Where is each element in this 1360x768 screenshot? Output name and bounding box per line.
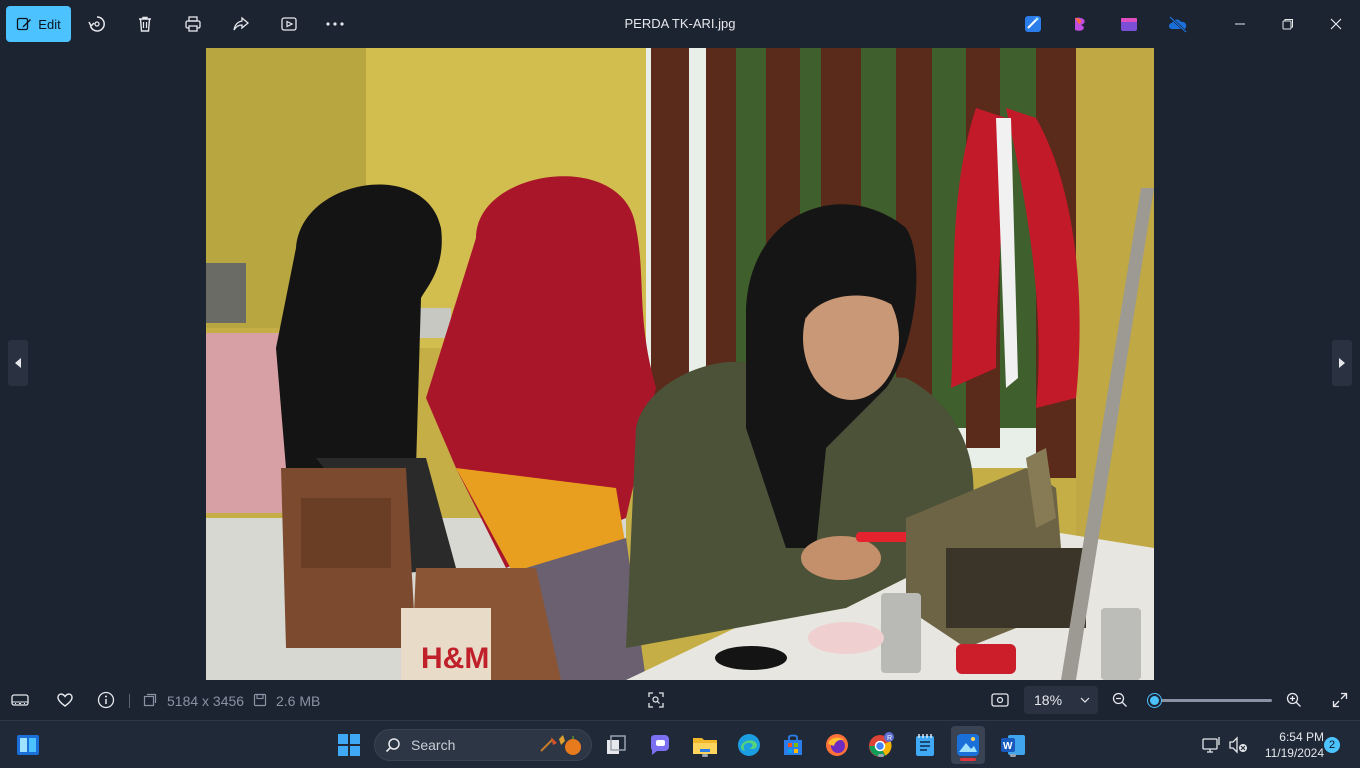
fullscreen-icon[interactable]: [1330, 690, 1350, 710]
rotate-icon[interactable]: [85, 12, 109, 36]
clipchamp-icon[interactable]: [1071, 14, 1091, 34]
close-icon[interactable]: [1324, 12, 1348, 36]
notepad-icon[interactable]: [911, 731, 939, 759]
active-indicator: [960, 758, 976, 761]
clipchamp-video-icon[interactable]: [1119, 14, 1139, 34]
file-size: 2.6 MB: [276, 693, 321, 709]
onedrive-icon[interactable]: [1167, 14, 1187, 34]
clock-date: 11/19/2024: [1264, 746, 1324, 760]
divider: [129, 694, 130, 708]
autumn-leaves-icon: [540, 735, 581, 755]
print-icon[interactable]: [181, 12, 205, 36]
edit-icon: [17, 17, 32, 31]
more-icon[interactable]: [323, 12, 347, 36]
svg-text:W: W: [1003, 741, 1013, 752]
start-icon[interactable]: [335, 731, 363, 759]
zoom-in-icon[interactable]: [1284, 690, 1304, 710]
notification-badge[interactable]: 2: [1324, 737, 1340, 753]
edge-icon[interactable]: [735, 731, 763, 759]
file-title: PERDA TK-ARI.jpg: [624, 16, 736, 31]
file-size-icon: [250, 690, 270, 710]
edit-label: Edit: [38, 16, 61, 32]
word-icon[interactable]: W: [999, 731, 1027, 759]
share-icon[interactable]: [229, 12, 253, 36]
running-indicator: [1010, 754, 1016, 757]
chevron-right-icon: [1339, 358, 1345, 368]
zoom-dropdown[interactable]: 18%: [1024, 686, 1098, 714]
chevron-left-icon: [15, 358, 21, 368]
photos-edit-icon[interactable]: [1023, 14, 1043, 34]
firefox-icon[interactable]: [823, 731, 851, 759]
system-clock[interactable]: 6:54 PM 11/19/2024: [1254, 729, 1324, 761]
svg-text:R: R: [887, 735, 892, 742]
running-indicator: [878, 754, 884, 757]
edit-button[interactable]: Edit: [6, 6, 71, 42]
task-view-icon[interactable]: [602, 731, 630, 759]
teams-chat-icon[interactable]: [646, 731, 674, 759]
search-placeholder: Search: [411, 737, 456, 753]
delete-icon[interactable]: [133, 12, 157, 36]
image-dimensions: 5184 x 3456: [167, 693, 245, 709]
zoom-slider-thumb[interactable]: [1148, 694, 1162, 707]
volume-muted-icon[interactable]: [1224, 731, 1252, 759]
minimize-icon[interactable]: [1228, 12, 1252, 36]
resolution-icon: [140, 690, 160, 710]
widgets-icon[interactable]: [14, 731, 42, 759]
photo-canvas[interactable]: H&M: [206, 48, 1154, 680]
taskbar-search[interactable]: Search: [374, 729, 592, 761]
filmstrip-icon[interactable]: [10, 690, 30, 710]
file-explorer-icon[interactable]: [691, 731, 719, 759]
restore-icon[interactable]: [1276, 12, 1300, 36]
zoom-slider-track[interactable]: [1152, 699, 1272, 702]
search-icon: [385, 738, 400, 753]
taskbar: Search R W 6:54 PM 11/19/2024 2: [0, 720, 1360, 768]
clock-time: 6:54 PM: [1279, 730, 1324, 744]
zoom-level: 18%: [1034, 692, 1063, 708]
microsoft-store-icon[interactable]: [779, 731, 807, 759]
photo-image: H&M: [206, 48, 1154, 680]
info-bar: 5184 x 3456 2.6 MB 18%: [0, 680, 1360, 720]
info-icon[interactable]: [96, 690, 116, 710]
favorite-icon[interactable]: [55, 690, 75, 710]
photos-app-icon[interactable]: [951, 726, 985, 764]
slideshow-icon[interactable]: [277, 12, 301, 36]
svg-text:H&M: H&M: [421, 642, 489, 675]
running-indicator: [702, 754, 708, 757]
zoom-out-icon[interactable]: [1110, 690, 1130, 710]
next-image-button[interactable]: [1332, 340, 1352, 386]
chevron-down-icon: [1080, 697, 1090, 703]
previous-image-button[interactable]: [8, 340, 28, 386]
actual-size-icon[interactable]: [990, 690, 1010, 710]
top-toolbar: Edit PERDA TK-ARI.jpg: [0, 0, 1360, 48]
network-monitor-icon[interactable]: [1198, 731, 1226, 759]
chrome-icon[interactable]: R: [867, 731, 895, 759]
visual-search-icon[interactable]: [646, 690, 666, 710]
